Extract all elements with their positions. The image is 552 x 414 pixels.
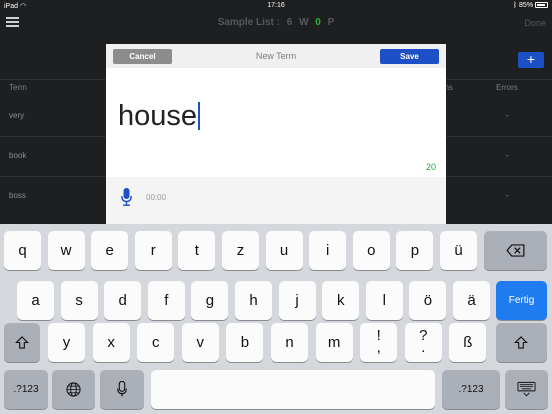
battery-status: ᛒ 85% (513, 2, 548, 9)
character-count: 20 (425, 162, 436, 172)
letter-key[interactable]: l (365, 281, 403, 320)
letter-key[interactable]: ä (453, 281, 490, 320)
letter-key[interactable]: p (396, 231, 434, 270)
letter-key[interactable]: o (352, 231, 390, 270)
backspace-key[interactable] (484, 231, 547, 270)
letter-key[interactable]: w (47, 231, 85, 270)
app-navbar: Sample List : 6 W 0 P Done (0, 12, 552, 34)
letter-key[interactable]: a (17, 281, 54, 320)
letter-key[interactable]: !, (360, 323, 398, 362)
letter-key[interactable]: v (181, 323, 219, 362)
letter-key[interactable]: ?. (404, 323, 442, 362)
list-item-errors: - (506, 151, 509, 160)
letter-key[interactable]: k (322, 281, 360, 320)
audio-recorder: 00:00 (106, 177, 446, 224)
microphone-icon[interactable] (121, 188, 132, 206)
header-errors: Errors (496, 83, 518, 92)
letter-key[interactable]: g (191, 281, 229, 320)
letter-key[interactable]: e (91, 231, 129, 270)
letter-key[interactable]: c (137, 323, 175, 362)
letter-key[interactable]: u (265, 231, 303, 270)
term-input[interactable]: house (118, 100, 201, 133)
shift-icon (514, 336, 528, 349)
letter-key[interactable]: q (4, 231, 41, 270)
space-bar[interactable] (151, 370, 435, 409)
dictation-key[interactable] (100, 370, 144, 409)
list-title: Sample List : 6 W 0 P (217, 17, 335, 28)
numbers-key-right[interactable]: .?123 (442, 370, 500, 409)
shift-key-left[interactable] (4, 323, 40, 362)
globe-key[interactable] (52, 370, 95, 409)
list-item-errors: - (506, 191, 509, 200)
status-time: 17:16 (267, 2, 285, 9)
letter-key[interactable]: b (226, 323, 264, 362)
shift-icon (15, 336, 29, 349)
letter-key[interactable]: ö (409, 281, 447, 320)
globe-icon (66, 382, 81, 397)
dialog-header: Cancel New Term Save (106, 44, 446, 68)
header-term: Term (9, 83, 27, 92)
key-subsymbol: , (376, 339, 381, 356)
microphone-icon (117, 381, 127, 397)
backspace-icon (506, 244, 525, 257)
save-button[interactable]: Save (380, 49, 439, 64)
done-button[interactable]: Done (524, 18, 546, 28)
list-item-term: book (9, 151, 27, 160)
key-subsymbol: . (421, 339, 426, 356)
letter-key[interactable]: s (60, 281, 98, 320)
text-caret (198, 102, 201, 130)
letter-key[interactable]: z (222, 231, 259, 270)
letter-key[interactable]: j (278, 281, 316, 320)
list-item-errors: - (506, 111, 509, 120)
letter-key[interactable]: ß (449, 323, 487, 362)
list-item-term: very (9, 111, 25, 120)
battery-icon (535, 2, 548, 9)
letter-key[interactable]: t (178, 231, 216, 270)
letter-key[interactable]: r (134, 231, 172, 270)
letter-key[interactable]: m (315, 323, 353, 362)
keyboard-dismiss-icon (517, 381, 536, 397)
status-bar: iPad ◠ 17:16 ᛒ 85% (0, 0, 552, 12)
letter-key[interactable]: f (147, 281, 185, 320)
add-term-button[interactable]: + (518, 52, 544, 68)
on-screen-keyboard: Fertig .?123 .?123 qwertzuiopü asdfghjklö… (0, 224, 552, 414)
letter-key[interactable]: ü (440, 231, 477, 270)
new-term-dialog: Cancel New Term Save house 20 00:00 (106, 44, 446, 224)
numbers-key-left[interactable]: .?123 (4, 370, 48, 409)
shift-key-right[interactable] (496, 323, 547, 362)
audio-duration: 00:00 (146, 193, 167, 202)
hide-keyboard-key[interactable] (505, 370, 548, 409)
letter-key[interactable]: x (92, 323, 130, 362)
letter-key[interactable]: d (104, 281, 142, 320)
list-item-term: boss (9, 191, 26, 200)
bluetooth-icon: ᛒ (512, 2, 518, 9)
letter-key[interactable]: y (48, 323, 85, 362)
letter-key[interactable]: i (309, 231, 347, 270)
letter-key[interactable]: h (235, 281, 272, 320)
return-key[interactable]: Fertig (496, 281, 547, 320)
letter-key[interactable]: n (271, 323, 308, 362)
